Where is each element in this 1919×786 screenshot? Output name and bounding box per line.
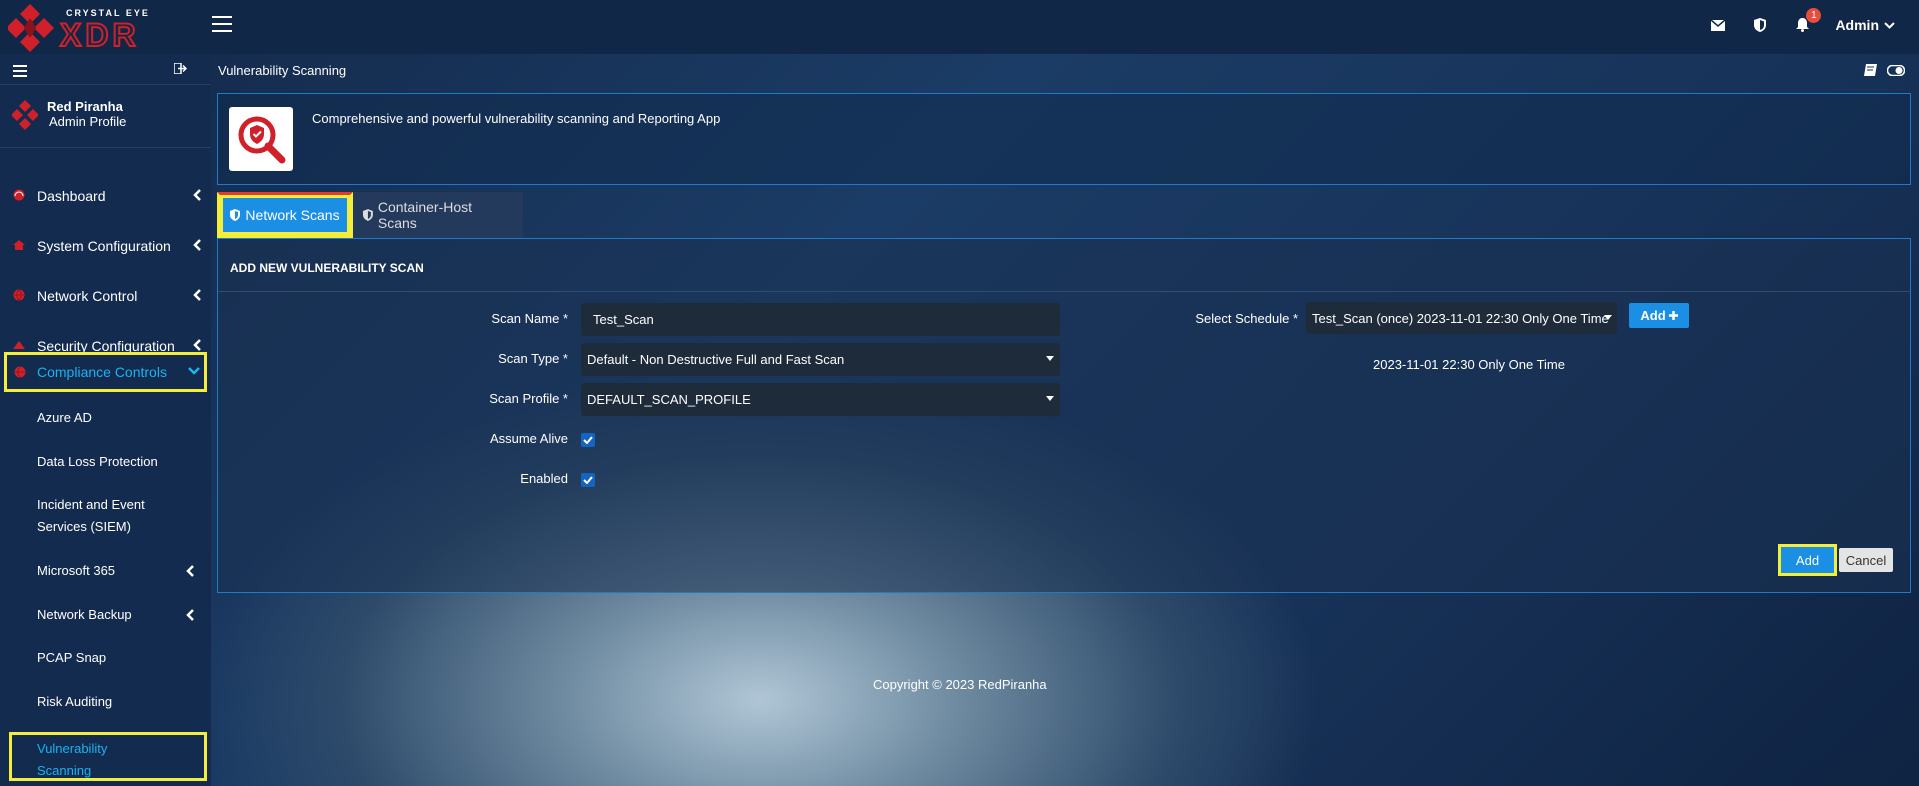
scan-type-label: Scan Type * [498, 351, 568, 366]
profile-panel: Red Piranha Admin Profile [0, 84, 211, 148]
sidebar-subitem-label: Microsoft 365 [37, 563, 116, 578]
chevron-left-icon [193, 189, 201, 201]
profile-role: Admin Profile [49, 114, 127, 129]
checkmark-icon [583, 476, 593, 484]
crystal-eye-xdr-logo[interactable]: CRYSTAL EYE XDR [6, 2, 178, 54]
caret-down-icon [1046, 396, 1054, 401]
home-icon [13, 240, 25, 250]
schedule-info: 2023-11-01 22:30 Only One Time [1373, 357, 1565, 372]
add-scan-form: ADD NEW VULNERABILITY SCAN Scan Name * T… [217, 238, 1911, 593]
scan-name-input[interactable]: Test_Scan [581, 303, 1060, 336]
brand-line2: XDR [60, 17, 140, 53]
app-info-panel: Comprehensive and powerful vulnerability… [217, 93, 1911, 185]
shield-icon [230, 209, 241, 221]
schedule-value: Test_Scan (once) 2023-11-01 22:30 Only O… [1312, 310, 1609, 326]
top-bar: CRYSTAL EYE XDR 1 Admin [0, 0, 1919, 54]
shield-icon[interactable] [1751, 16, 1769, 34]
notification-count-badge: 1 [1806, 8, 1822, 23]
sidebar-subitem-microsoft-365[interactable]: Microsoft 365 [37, 560, 194, 582]
scan-type-value: Default - Non Destructive Full and Fast … [587, 352, 845, 367]
sidebar-item-system-configuration[interactable]: System Configuration [0, 221, 211, 271]
main-menu-toggle[interactable] [212, 16, 232, 34]
vulnerability-scan-app-icon [229, 107, 293, 171]
sidebar-subitem-vulnerability-scanning[interactable]: Vulnerability Scanning [9, 732, 207, 781]
sidebar-subitem-label: Network Backup [37, 607, 132, 622]
tab-label: Network Scans [245, 207, 340, 223]
dashboard-icon [13, 189, 25, 201]
sidebar-subitem-data-loss-protection[interactable]: Data Loss Protection [37, 451, 158, 473]
add-schedule-button[interactable]: Add [1629, 303, 1689, 328]
tab-container-host-scans[interactable]: Container-Host Scans [353, 192, 523, 238]
warning-icon [13, 341, 25, 349]
red-piranha-logo-icon [11, 100, 39, 130]
shield-icon [363, 209, 373, 221]
sidebar-item-label: Dashboard [37, 188, 106, 204]
sidebar-subitem-label: Vulnerability Scanning [37, 741, 108, 778]
sidebar-subitem-pcap-snap[interactable]: PCAP Snap [37, 647, 106, 669]
sidebar: Red Piranha Admin Profile Dashboard Syst… [0, 54, 211, 786]
app-description: Comprehensive and powerful vulnerability… [312, 111, 721, 126]
add-schedule-label: Add [1640, 308, 1666, 323]
globe-icon [13, 289, 25, 301]
chevron-down-icon [188, 367, 200, 375]
mail-icon[interactable] [1709, 16, 1727, 34]
logout-icon[interactable] [173, 62, 188, 77]
tab-label: Container-Host Scans [377, 199, 473, 231]
plus-icon [1668, 311, 1678, 320]
scan-profile-value: DEFAULT_SCAN_PROFILE [587, 392, 751, 407]
page-title: Vulnerability Scanning [218, 63, 347, 78]
enabled-checkbox[interactable] [581, 473, 595, 487]
scan-profile-select[interactable]: DEFAULT_SCAN_PROFILE [581, 383, 1060, 416]
scan-profile-label: Scan Profile * [489, 391, 568, 406]
sidebar-subitem-risk-auditing[interactable]: Risk Auditing [37, 691, 112, 713]
scan-type-select[interactable]: Default - Non Destructive Full and Fast … [581, 343, 1060, 376]
scan-tabs: Network Scans Container-Host Scans [217, 192, 523, 238]
caret-down-icon [1604, 315, 1612, 320]
copyright: Copyright © 2023 RedPiranha [873, 677, 1047, 692]
book-icon[interactable] [1864, 64, 1877, 76]
caret-down-icon [1046, 356, 1054, 361]
sidebar-item-label: Compliance Controls [37, 364, 167, 380]
chevron-left-icon [193, 339, 201, 351]
sidebar-collapse-icon[interactable] [13, 65, 27, 80]
chevron-down-icon [1884, 21, 1895, 29]
add-button[interactable]: Add [1778, 544, 1837, 576]
enabled-label: Enabled [520, 471, 568, 486]
sidebar-item-label: System Configuration [37, 238, 171, 254]
checkmark-icon [583, 436, 593, 444]
toggle-icon[interactable] [1887, 64, 1905, 76]
sidebar-item-compliance-controls[interactable]: Compliance Controls [4, 352, 207, 392]
assume-alive-label: Assume Alive [489, 431, 568, 446]
scan-name-value: Test_Scan [593, 312, 654, 327]
sidebar-item-label: Network Control [37, 288, 138, 304]
sidebar-item-network-control[interactable]: Network Control [0, 271, 211, 321]
schedule-select[interactable]: Test_Scan (once) 2023-11-01 22:30 Only O… [1306, 302, 1617, 334]
sidebar-subitem-siem[interactable]: Incident and Event Services (SIEM) [37, 494, 177, 538]
sidebar-subitem-azure-ad[interactable]: Azure AD [37, 407, 92, 429]
user-name: Admin [1835, 17, 1879, 33]
profile-name: Red Piranha [47, 99, 123, 114]
chevron-left-icon [186, 565, 194, 577]
sidebar-subitem-network-backup[interactable]: Network Backup [37, 604, 194, 626]
select-schedule-label: Select Schedule * [1195, 311, 1298, 326]
chevron-left-icon [193, 239, 201, 251]
assume-alive-checkbox[interactable] [581, 433, 595, 447]
sidebar-item-dashboard[interactable]: Dashboard [0, 171, 211, 221]
user-menu[interactable]: Admin [1835, 17, 1895, 33]
form-header: ADD NEW VULNERABILITY SCAN [218, 239, 1910, 292]
chevron-left-icon [193, 289, 201, 301]
scan-name-label: Scan Name * [491, 311, 568, 326]
compliance-globe-icon [14, 366, 26, 378]
tab-network-scans[interactable]: Network Scans [217, 192, 353, 238]
cancel-button[interactable]: Cancel [1839, 548, 1893, 572]
chevron-left-icon [186, 609, 194, 621]
notifications-bell-icon[interactable]: 1 [1793, 8, 1822, 34]
